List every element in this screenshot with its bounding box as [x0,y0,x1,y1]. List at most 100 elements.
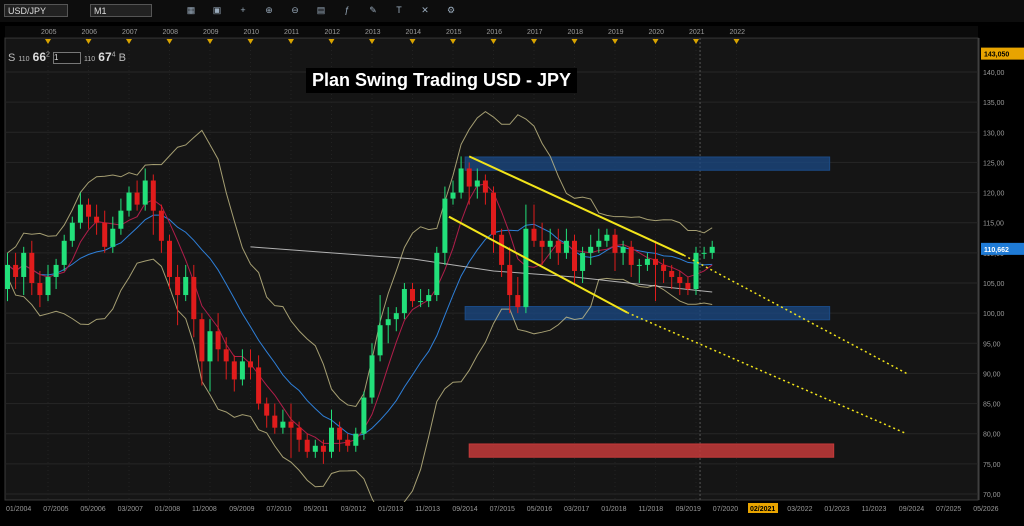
candle-body [21,252,27,277]
candle-body [86,204,91,217]
price-tick-label: 85,00 [983,402,1001,409]
price-tick-label: 115,00 [983,221,1004,228]
year-label: 2005 [41,29,57,36]
candle-body [653,258,658,265]
year-label: 2016 [487,29,503,36]
date-tick-label: 09/2019 [676,506,701,513]
candle-body [466,168,472,187]
year-label: 2007 [122,29,138,36]
timeframe-select[interactable]: M1 [90,4,152,17]
candle-body [588,246,594,253]
candle-body [442,198,448,253]
date-tick-label: 03/2007 [118,506,143,513]
candle-body [288,421,294,428]
price-tick-label: 95,00 [983,341,1001,348]
candle-body [539,240,545,247]
price-tick-label: 140,00 [983,70,1005,77]
date-tick-label: 11/2013 [415,506,440,513]
candle-body [102,222,108,247]
date-tick-label: 07/2025 [936,506,961,513]
year-label: 2014 [406,29,422,36]
price-tick-label: 125,00 [983,160,1005,167]
price-tick-label: 130,00 [983,130,1005,137]
year-label: 2013 [365,29,381,36]
quantity-field[interactable]: 1 [52,52,81,65]
date-tick-label: 05/2006 [80,506,105,513]
candle-body [458,168,464,193]
candle-body [158,210,164,241]
year-label: 2019 [608,29,624,36]
candle-body [272,415,278,428]
date-tick-label: 07/2005 [43,506,68,513]
year-label: 2012 [325,29,341,36]
candle-body [531,228,537,241]
date-tick-label: 01/2023 [824,506,849,513]
date-tick-label: 01/2008 [155,506,180,513]
date-tick-label: 07/2020 [713,506,738,513]
date-axis: 01/2004 07/2005 05/2006 03/2007 01/2008 11/20… [0,502,999,526]
candle-body [118,210,124,229]
candle-body [239,361,245,380]
candle-body [329,427,334,452]
candle-body [385,319,391,326]
zoom-out-icon[interactable]: ⊖ [290,5,300,15]
delete-icon[interactable]: ✕ [420,5,430,15]
candle-body [320,445,326,452]
candle-body [223,349,229,362]
year-label: 2021 [689,29,705,36]
price-tick-label: 105,00 [983,281,1005,288]
candle-body [280,421,286,428]
crosshair-icon[interactable]: + [238,5,248,15]
candle-body [5,264,10,290]
quote-panel: S 110 662 1 110 674 B [8,50,126,65]
price-tick-label: 120,00 [983,191,1005,198]
date-tick-label: 01/2013 [378,506,403,513]
chart-type-icon[interactable]: ▦ [186,5,196,15]
candle-body [45,276,51,296]
date-tick-label: 01/2004 [6,506,31,513]
candle-body [596,240,602,247]
candle-body [377,325,383,356]
price-chart[interactable]: 140,00 135,00 130,00 125,00 120,00 115,00 110,… [0,22,1024,526]
candle-body [248,361,253,368]
candle-body [231,361,237,380]
candle-body [264,403,270,416]
candle-body [499,234,505,265]
zone-support [464,306,831,321]
candle-body [13,264,19,277]
chart-title: Plan Swing Trading USD - JPY [306,68,578,93]
candle-body [555,240,561,253]
indicator-icon[interactable]: ƒ [342,5,352,15]
candle-body [69,222,75,241]
candle-body [636,264,642,266]
sell-price[interactable]: 66 [33,50,46,64]
buy-price[interactable]: 67 [98,50,111,64]
date-tick-label: 11/2008 [192,506,217,513]
candle-body [426,295,432,302]
template-icon[interactable]: ▤ [316,5,326,15]
year-label: 2009 [203,29,219,36]
price-tick-label: 135,00 [983,100,1005,107]
date-tick-label: 09/2014 [452,506,477,513]
symbol-select[interactable]: USD/JPY [4,4,68,17]
candle-body [53,264,59,277]
candle-body [604,234,610,241]
zoom-in-icon[interactable]: ⊕ [264,5,274,15]
text-icon[interactable]: T [394,5,404,15]
drawing-icon[interactable]: ✎ [368,5,378,15]
candle-body [434,252,440,296]
sell-pip: 2 [46,51,50,59]
year-label: 2022 [730,29,746,36]
compare-icon[interactable]: ▣ [212,5,222,15]
candle-body [134,192,140,205]
date-tick-label: 07/2015 [490,506,515,513]
date-tick-label: 11/2023 [862,506,887,513]
settings-icon[interactable]: ⚙ [446,5,456,15]
buy-pip: 4 [111,51,116,59]
candle-body [215,331,221,350]
year-label: 2010 [244,29,260,36]
candle-body [312,445,318,452]
candle-body [669,270,675,277]
candle-body [296,427,302,440]
candle-body [256,367,262,404]
